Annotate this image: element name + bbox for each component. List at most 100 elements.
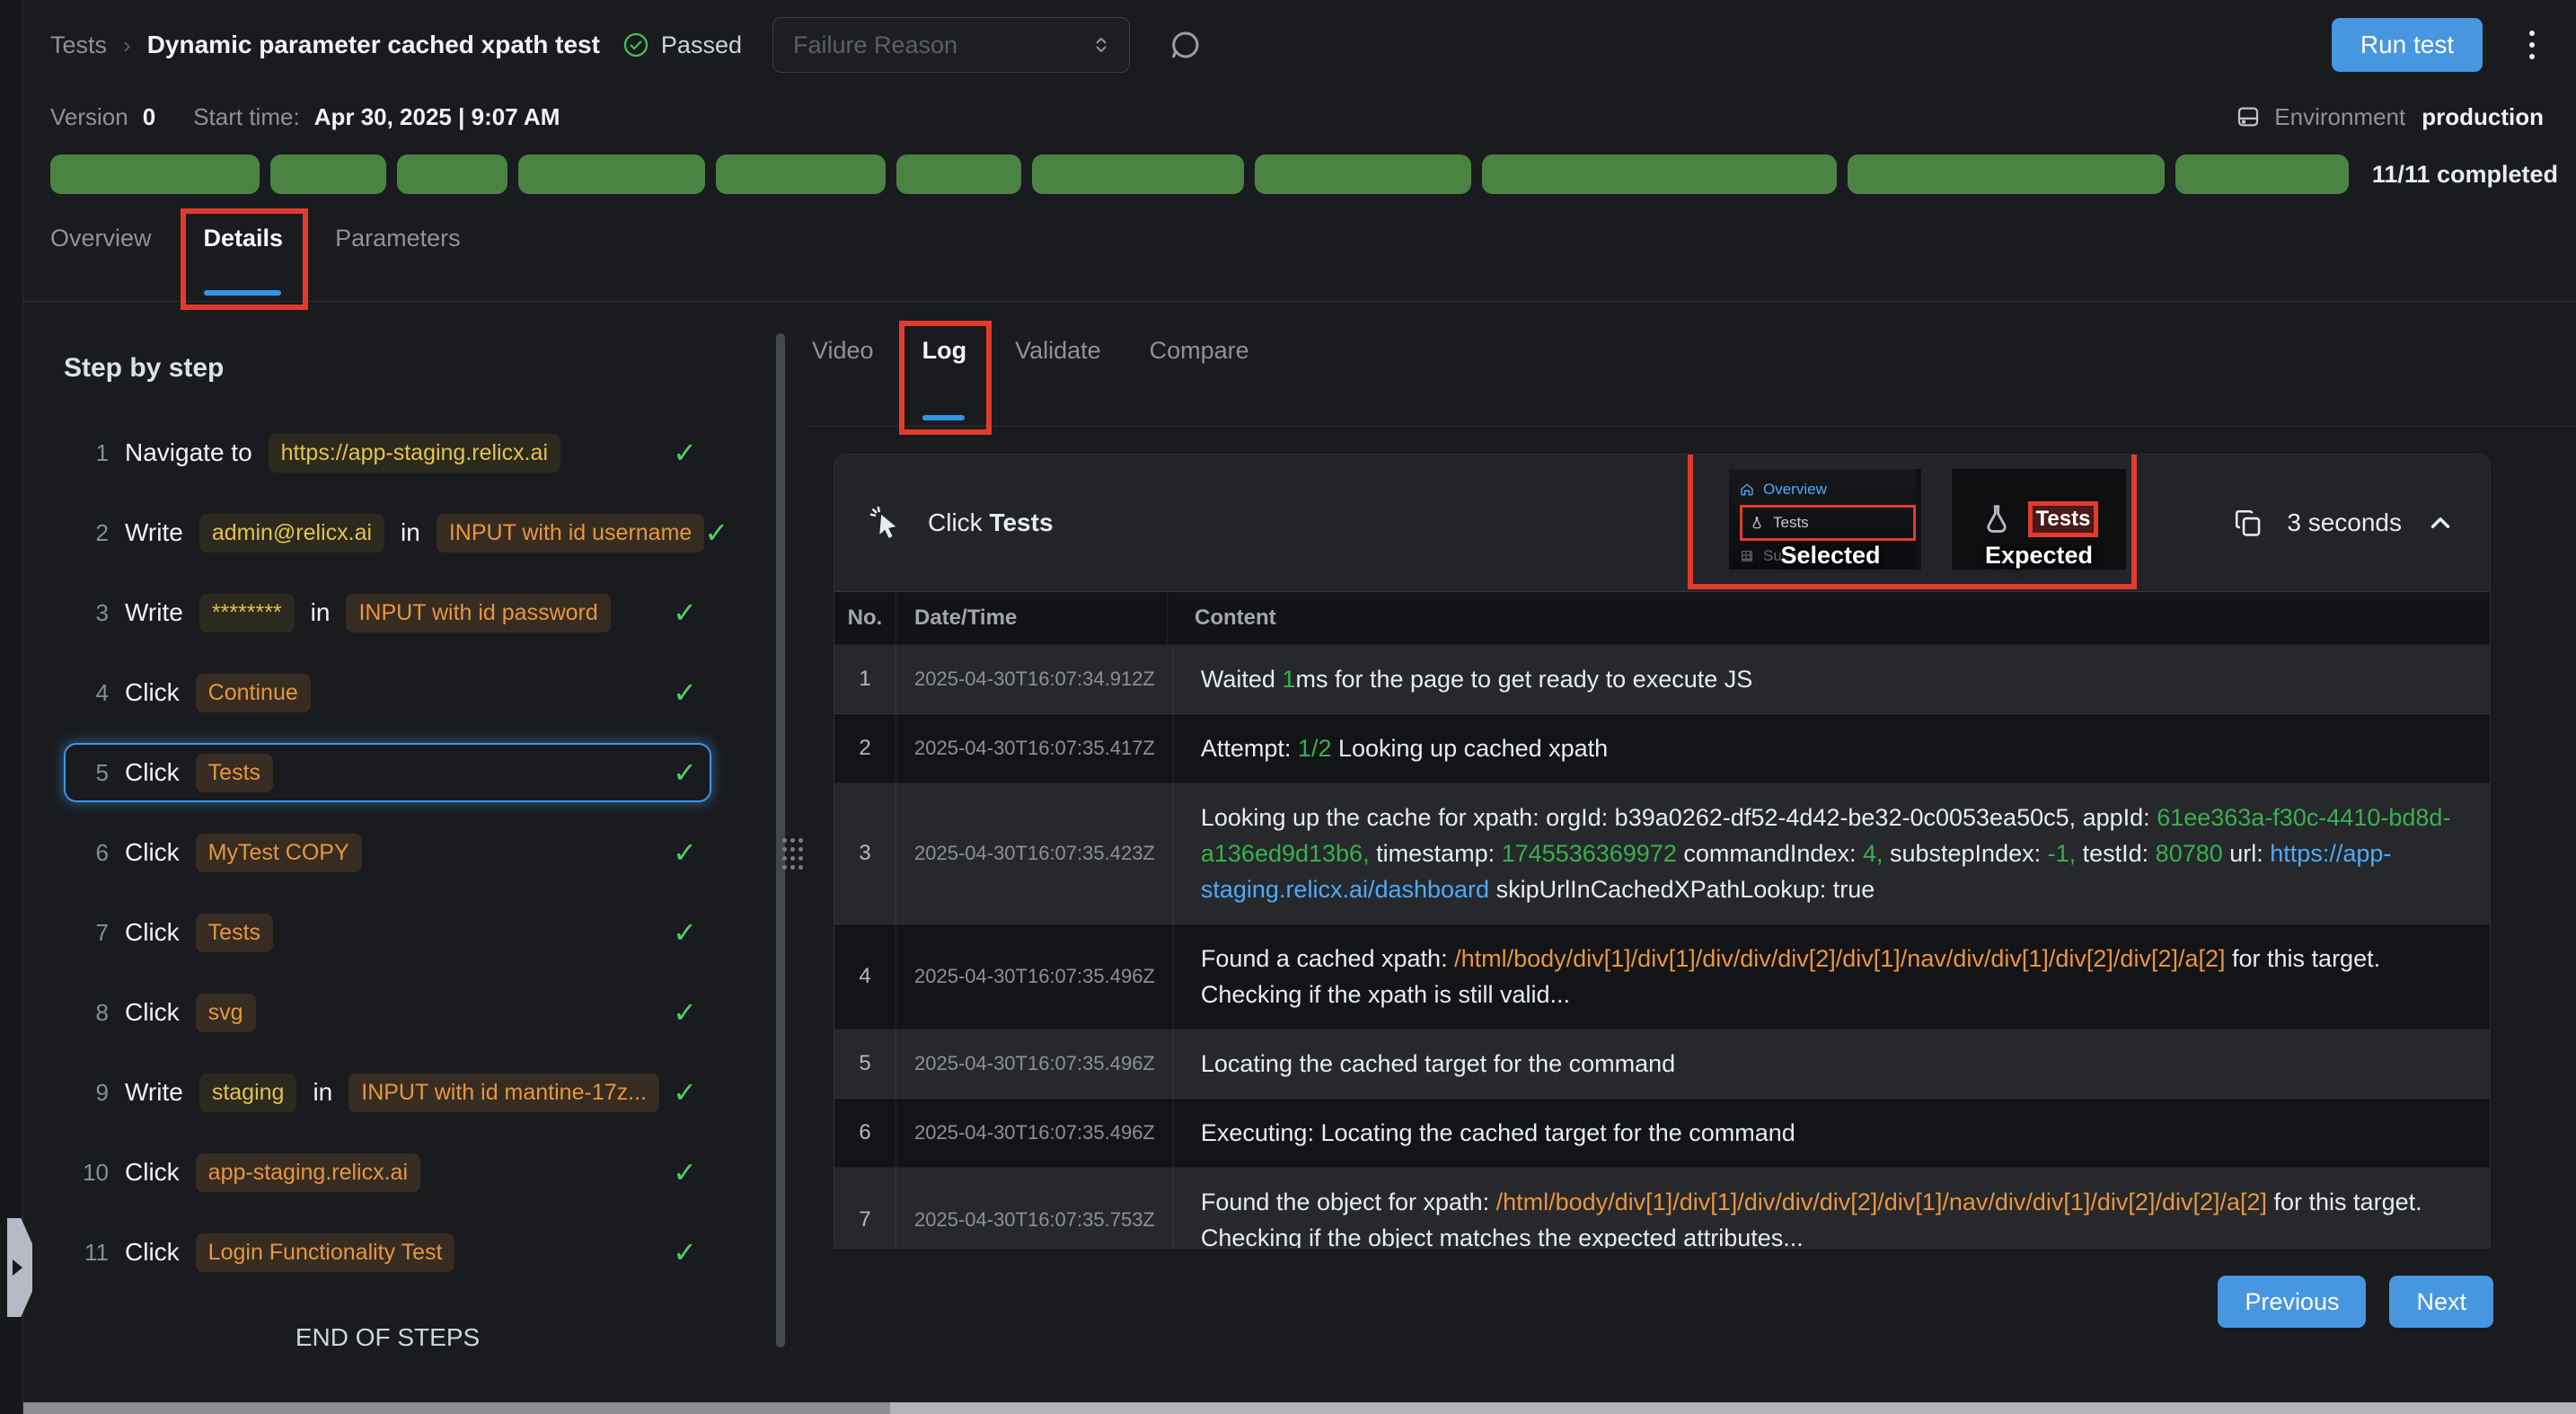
log-content-segment: -1,: [2048, 840, 2077, 867]
environment-icon: [2235, 103, 2262, 130]
step-target-chip: app-staging.relicx.ai: [196, 1153, 420, 1192]
step-target-chip: INPUT with id password: [346, 594, 610, 632]
column-datetime: Date/Time: [896, 592, 1168, 644]
comment-button[interactable]: [1168, 27, 1204, 63]
panel-resize-handle[interactable]: [782, 838, 807, 874]
previous-button[interactable]: Previous: [2218, 1276, 2366, 1328]
step-action-text: in: [401, 518, 420, 547]
log-row-timestamp: 2025-04-30T16:07:34.912Z: [896, 645, 1174, 713]
log-tabs: Video Log Validate Compare: [810, 319, 2576, 427]
step-row[interactable]: 11ClickLogin Functionality Test✓: [64, 1223, 711, 1282]
progress-segment: [716, 155, 886, 194]
step-row[interactable]: 2Writeadmin@relicx.aiinINPUT with id use…: [64, 503, 711, 562]
selected-screenshot-thumbnail[interactable]: Overview Tests Suites: [1729, 469, 1932, 570]
next-button[interactable]: Next: [2389, 1276, 2493, 1328]
status-text: Passed: [661, 31, 742, 59]
log-table-row: 12025-04-30T16:07:34.912ZWaited 1ms for …: [834, 645, 2490, 714]
copy-icon[interactable]: [2233, 508, 2263, 538]
select-chevrons-icon: [1090, 33, 1113, 57]
step-status-check-icon: ✓: [673, 995, 697, 1030]
step-action-text: Click: [125, 918, 180, 947]
step-row[interactable]: 10Clickapp-staging.relicx.ai✓: [64, 1143, 711, 1202]
step-number: 7: [75, 919, 109, 947]
version-label: Version: [50, 103, 128, 131]
step-value-chip: admin@relicx.ai: [199, 514, 384, 552]
tab-validate[interactable]: Validate: [1015, 337, 1101, 426]
log-row-timestamp: 2025-04-30T16:07:35.496Z: [896, 1099, 1174, 1167]
step-status-check-icon: ✓: [673, 1235, 697, 1269]
selected-thumbnail-label: Selected: [1729, 542, 1932, 570]
step-duration: 3 seconds: [2287, 508, 2402, 537]
tab-video[interactable]: Video: [812, 337, 874, 426]
step-value-chip: ********: [199, 594, 295, 632]
step-action-text: Click: [125, 1158, 180, 1187]
column-no: No.: [834, 592, 896, 644]
passed-check-icon: [622, 31, 650, 59]
step-target-chip: svg: [196, 994, 256, 1032]
log-row-number: 1: [834, 645, 896, 713]
step-row[interactable]: 5ClickTests✓: [64, 743, 711, 802]
log-table-header: No. Date/Time Content: [834, 592, 2490, 645]
log-content-segment: Looking up the cache for xpath: orgId: b…: [1201, 804, 2157, 831]
tab-compare[interactable]: Compare: [1150, 337, 1249, 426]
expected-screenshot-thumbnail[interactable]: Tests Expected: [1952, 469, 2126, 570]
step-row[interactable]: 3Write********inINPUT with id password✓: [64, 583, 711, 642]
step-action-text: Write: [125, 598, 183, 627]
content-area: Step by step 1Navigate tohttps://app-sta…: [23, 319, 2576, 1387]
progress-segment: [1255, 155, 1471, 194]
log-content-segment: Executing: Locating the cached target fo…: [1201, 1119, 1795, 1146]
horizontal-scrollbar[interactable]: [23, 1402, 2576, 1414]
tab-log[interactable]: Log: [922, 337, 966, 426]
step-row[interactable]: 7ClickTests✓: [64, 903, 711, 962]
step-number: 8: [75, 999, 109, 1027]
step-row[interactable]: 1Navigate tohttps://app-staging.relicx.a…: [64, 423, 711, 482]
mini-nav-tests: Tests: [1740, 505, 1916, 541]
progress-segment: [1032, 155, 1245, 194]
progress-row: 11/11 completed: [23, 144, 2576, 194]
mini-nav-overview-label: Overview: [1763, 481, 1827, 499]
progress-segment: [1482, 155, 1837, 194]
step-number: 9: [75, 1079, 109, 1107]
step-row[interactable]: 4ClickContinue✓: [64, 663, 711, 722]
step-action-text: Click: [125, 678, 180, 707]
step-status-check-icon: ✓: [673, 1155, 697, 1189]
tab-log-label: Log: [922, 337, 966, 364]
progress-segment: [397, 155, 507, 194]
step-status-check-icon: ✓: [704, 516, 728, 550]
log-row-number: 6: [834, 1099, 896, 1167]
log-row-number: 3: [834, 783, 896, 924]
log-row-content: Attempt: 1/2 Looking up cached xpath: [1174, 714, 2490, 782]
step-row[interactable]: 8Clicksvg✓: [64, 983, 711, 1042]
log-table-row: 42025-04-30T16:07:35.496ZFound a cached …: [834, 924, 2490, 1030]
left-rail: [0, 0, 23, 1414]
run-test-button[interactable]: Run test: [2332, 18, 2483, 72]
breadcrumb-tests[interactable]: Tests: [50, 31, 107, 59]
log-card-controls: 3 seconds: [2233, 508, 2456, 538]
tab-parameters[interactable]: Parameters: [335, 225, 461, 301]
log-row-timestamp: 2025-04-30T16:07:35.496Z: [896, 1030, 1174, 1098]
log-step-title: Click Tests: [928, 508, 1054, 537]
progress-segment: [896, 155, 1020, 194]
page-title: Dynamic parameter cached xpath test: [147, 31, 600, 59]
expected-highlight-text: Tests: [2028, 501, 2099, 537]
progress-text: 11/11 completed: [2372, 161, 2558, 189]
top-bar: Tests › Dynamic parameter cached xpath t…: [23, 0, 2576, 90]
collapse-chevron-icon[interactable]: [2425, 508, 2456, 538]
tab-overview[interactable]: Overview: [50, 225, 152, 301]
tab-details[interactable]: Details: [204, 225, 284, 301]
mini-nav-tests-label: Tests: [1773, 514, 1809, 532]
step-target-chip: MyTest COPY: [196, 834, 362, 872]
log-content-segment: /html/body/div[1]/div[1]/div/div/div[2]/…: [1496, 1189, 2267, 1215]
step-action-text: Click: [125, 838, 180, 867]
log-content-segment: substepIndex:: [1883, 840, 2047, 867]
more-options-button[interactable]: [2529, 31, 2535, 59]
step-action-text: Click: [125, 1238, 180, 1267]
log-table: No. Date/Time Content 12025-04-30T16:07:…: [834, 592, 2490, 1248]
step-action-text: in: [311, 598, 331, 627]
step-row[interactable]: 6ClickMyTest COPY✓: [64, 823, 711, 882]
horizontal-scrollbar-thumb[interactable]: [23, 1402, 890, 1414]
failure-reason-select[interactable]: Failure Reason: [772, 17, 1130, 73]
progress-segment: [1848, 155, 2165, 194]
step-row[interactable]: 9WritestaginginINPUT with id mantine-17z…: [64, 1063, 711, 1122]
step-action-text: in: [313, 1078, 332, 1107]
